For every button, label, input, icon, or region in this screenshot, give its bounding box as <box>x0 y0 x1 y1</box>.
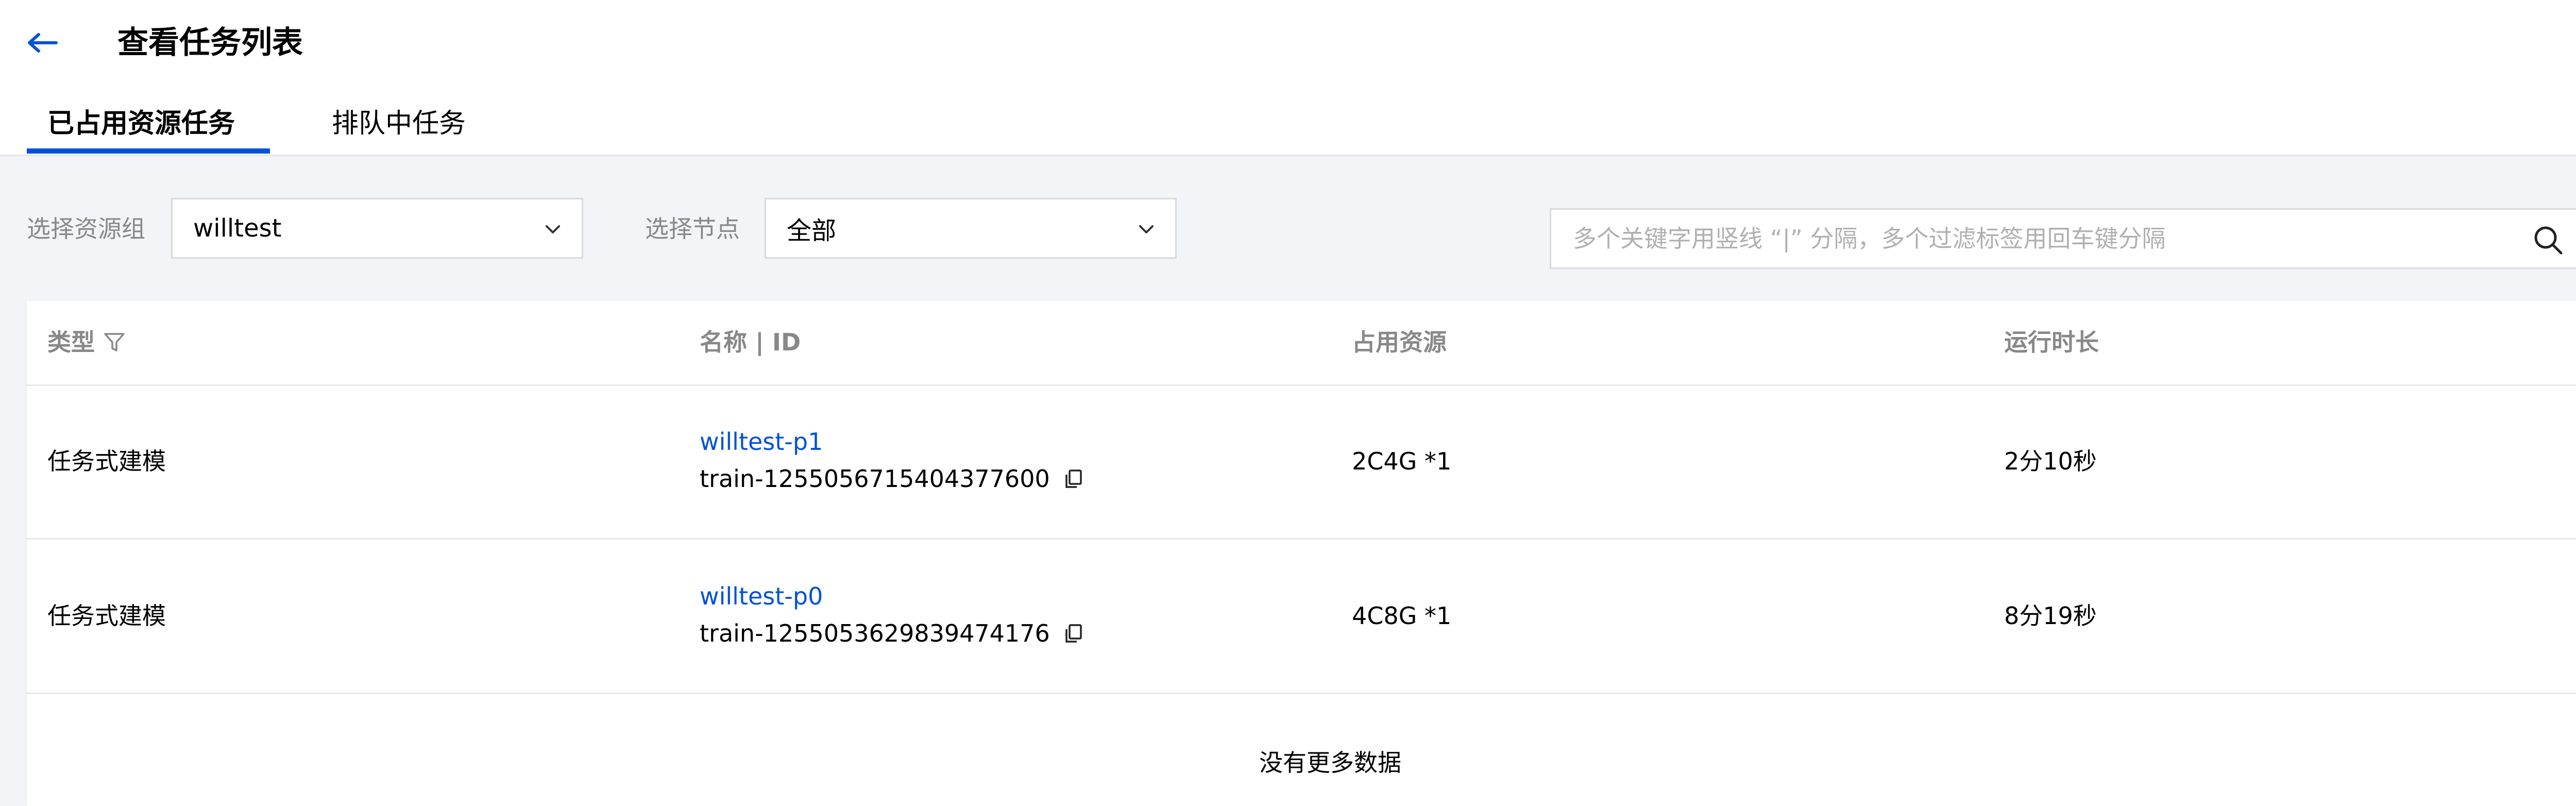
task-id-text: train-1255053629839474176 <box>700 619 1050 647</box>
table-header: 类型 名称 | ID 占用资源 运行时长 <box>27 301 2576 386</box>
task-id: train-1255056715404377600 <box>700 461 1084 497</box>
column-header-type: 类型 <box>47 322 126 363</box>
resource-group-value: willtest <box>193 214 282 243</box>
column-header-name: 名称 | ID <box>700 328 801 356</box>
task-table: 类型 名称 | ID 占用资源 运行时长 任务式建模 willtest-p1 t… <box>27 301 2576 806</box>
page-title: 查看任务列表 <box>117 25 303 61</box>
node-value: 全部 <box>787 216 837 245</box>
column-header-duration: 运行时长 <box>2004 328 2099 356</box>
no-more-data-text: 没有更多数据 <box>1259 749 1401 777</box>
arrow-left-icon <box>28 33 58 53</box>
cell-type: 任务式建模 <box>47 602 166 630</box>
active-tab-indicator <box>27 148 270 154</box>
back-button[interactable] <box>21 21 65 65</box>
resource-group-select[interactable]: willtest <box>171 198 583 259</box>
tab-queued-tasks[interactable]: 排队中任务 <box>332 103 466 144</box>
tab-occupied-tasks[interactable]: 已占用资源任务 <box>47 103 235 144</box>
page: 查看任务列表 已占用资源任务 排队中任务 选择资源组 willtest 选择节点… <box>0 0 2576 806</box>
copy-icon[interactable] <box>1063 623 1084 644</box>
column-header-resource: 占用资源 <box>1352 328 1447 356</box>
chevron-down-icon <box>1139 225 1154 233</box>
node-label: 选择节点 <box>645 215 740 243</box>
task-id-text: train-1255056715404377600 <box>700 465 1050 493</box>
cell-type: 任务式建模 <box>47 447 166 475</box>
task-name-link[interactable]: willtest-p0 <box>700 578 823 614</box>
resource-group-label: 选择资源组 <box>27 215 145 243</box>
node-select[interactable]: 全部 <box>765 198 1177 259</box>
task-id: train-1255053629839474176 <box>700 615 1084 651</box>
search-icon[interactable] <box>2532 224 2564 256</box>
search-box <box>1550 208 2576 269</box>
cell-duration: 8分19秒 <box>2004 602 2097 630</box>
page-header: 查看任务列表 已占用资源任务 排队中任务 <box>0 0 2576 156</box>
cell-duration: 2分10秒 <box>2004 447 2097 475</box>
column-header-type-label: 类型 <box>47 328 95 356</box>
task-name-link[interactable]: willtest-p1 <box>700 424 823 460</box>
copy-icon[interactable] <box>1063 468 1084 489</box>
search-input[interactable] <box>1572 224 2501 253</box>
chevron-down-icon <box>546 225 560 233</box>
table-row: 任务式建模 willtest-p1 train-1255056715404377… <box>27 384 2576 540</box>
cell-resource: 2C4G *1 <box>1352 447 1452 475</box>
cell-resource: 4C8G *1 <box>1352 602 1452 630</box>
filter-icon[interactable] <box>103 331 126 354</box>
table-row: 任务式建模 willtest-p0 train-1255053629839474… <box>27 539 2576 694</box>
